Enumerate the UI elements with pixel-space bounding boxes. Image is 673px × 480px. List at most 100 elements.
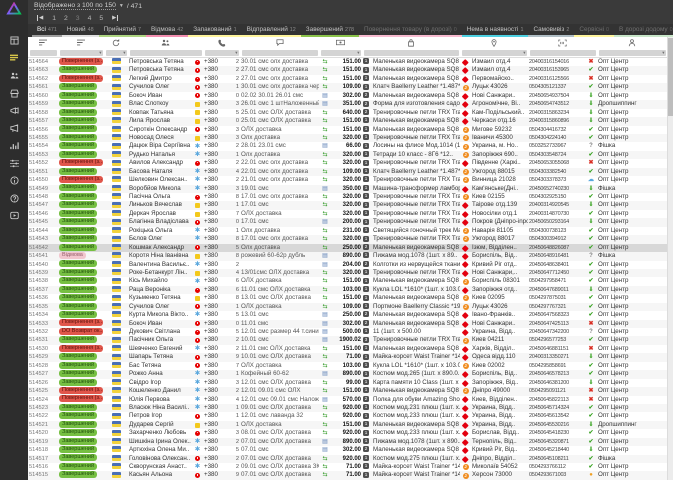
table-row[interactable]: 514555 Завершений Новосад Олеся +380 3 Олх до… <box>28 133 667 143</box>
table-row[interactable]: 514561 Завершений Сучилов Олег +380 1 30.01 с… <box>28 83 667 92</box>
salesdrive-logo-icon[interactable] <box>6 1 22 20</box>
page-button-3[interactable]: 3 <box>76 15 80 22</box>
table-row[interactable]: 514528 Завершений Бас Тетяна +380 7 ОЛХ доста… <box>28 361 667 370</box>
table-row[interactable]: 514530 Повернення (з.. Шевченко Евгений ✱ +3… <box>28 344 667 353</box>
table-row[interactable]: 514562 Повернення (з.. Легкий Дмитро +380 2 2… <box>28 74 667 83</box>
tab-відмова[interactable]: Відмова 42 <box>145 26 189 37</box>
page-button-4[interactable]: 4 <box>88 15 92 22</box>
tab-всі[interactable]: Всі 471 <box>32 26 62 37</box>
tab-повернення-товару-в-дорозі-[interactable]: Повернення товару (в дорозі) 0 <box>359 26 462 37</box>
table-row[interactable]: 514527 Завершений Рожко Анна ✱ +380 1 Кофейный… <box>28 370 667 379</box>
table-row[interactable]: 514541 Відмова Коротя Ніна Іванівна +380 8 ро… <box>28 251 667 261</box>
results-range-label[interactable]: Відображено з 100 по 150 <box>34 2 116 10</box>
table-row[interactable]: 514517 Завершений Головінова Олексан.. +380… <box>28 454 667 463</box>
promo-icon[interactable] <box>5 104 23 118</box>
dashboard-icon[interactable] <box>5 34 23 48</box>
stats-icon[interactable] <box>5 139 23 153</box>
table-row[interactable]: 514546 Завершений Деркач Ярослав +380 7 ОЛХ д… <box>28 209 667 218</box>
table-row[interactable]: 514539 Завершений Роке-Бетанкурт Лін.. +380… <box>28 268 667 278</box>
table-row[interactable]: 514548 Завершений Пасічна Ольга +380 8 17.01 … <box>28 192 667 201</box>
tab-новий[interactable]: Новий 48 <box>61 26 99 37</box>
table-row[interactable]: 514536 Завершений Кузьменко Тетяна +380 8 13.… <box>28 294 667 302</box>
chevron-down-icon[interactable]: ▾ <box>523 50 525 56</box>
table-row[interactable]: 514552 Повернення (з.. Авилов Александр +38… <box>28 159 667 167</box>
vertical-scrollbar[interactable] <box>667 37 673 480</box>
table-row[interactable]: 514564 Повернення (з.. Петровська Тетяна +3… <box>28 58 667 66</box>
refresh-source-icon[interactable] <box>104 38 128 47</box>
tab-самовивіз[interactable]: Самовивіз 2 <box>528 26 575 37</box>
filter-input-2[interactable]: ▾ <box>59 49 103 56</box>
chevron-down-icon[interactable]: ▾ <box>235 50 237 56</box>
tab-сервісні[interactable]: Сервісні 0 <box>574 26 615 37</box>
table-row[interactable]: 514547 Завершений Линьков Вячеслав +380 1 17.… <box>28 201 667 210</box>
tab-нема-в-наявності[interactable]: Нема в наявності 1 <box>461 26 529 37</box>
info-icon[interactable] <box>5 174 23 188</box>
bag-icon[interactable] <box>362 38 460 47</box>
filter-input-6[interactable] <box>241 49 318 56</box>
table-row[interactable]: 514545 Завершений Благінна Владіслава +380 0… <box>28 218 667 227</box>
table-row[interactable]: 514532 DO Возврат ок.. Дукович Світлана +38… <box>28 327 667 336</box>
table-row[interactable]: 514533 Повернення (з.. Бокоч Иван +380 0 11.0… <box>28 319 667 328</box>
scrollbar-thumb[interactable] <box>668 38 673 116</box>
table-row[interactable]: 514523 Завершений Власюк Ніна Василі.. ✱ +38… <box>28 403 667 413</box>
table-row[interactable]: 514553 Завершений Рудько Наталья ✱ +380 1 Олх … <box>28 150 667 160</box>
chevron-down-icon[interactable]: ▾ <box>662 50 664 56</box>
tab-запакований[interactable]: Запакований 1 <box>188 26 242 37</box>
filter-input-4[interactable] <box>129 49 202 56</box>
filter-input-8[interactable] <box>363 49 459 56</box>
table-row[interactable]: 514515 Завершений Касьян Альона +380 9 07.01 … <box>28 471 667 480</box>
filter-input-11[interactable]: ▾ <box>598 49 666 56</box>
table-row[interactable]: 514542 Завершений Кошмак Александр +380 5 Олх… <box>28 243 667 253</box>
table-row[interactable]: 514521 Завершений Дударев Сергій +380 1 ОЛХ д… <box>28 420 667 430</box>
last-page-button[interactable]: ▶ <box>112 15 119 21</box>
filter-input-3[interactable]: ▾ <box>105 49 127 56</box>
chevron-down-icon[interactable]: ▾ <box>357 50 359 56</box>
table-row[interactable]: 514563 Завершений Петровська Тетяна +380 2 27… <box>28 66 667 75</box>
status-filter-icon[interactable] <box>58 39 104 46</box>
table-row[interactable]: 514518 Завершений Артюхіна Олена Ми.. ✱ +380… <box>28 446 667 454</box>
table-row[interactable]: 514522 Завершений Петров Ігор +380 1 12.01 см… <box>28 412 667 420</box>
chat-bubble-icon[interactable] <box>240 39 319 46</box>
chevron-down-icon[interactable]: ▼ <box>119 3 124 9</box>
table-row[interactable]: 514535 Завершений Сучилов Олег +380 1 ОЛХ дос… <box>28 302 667 312</box>
location-pin-icon[interactable] <box>460 38 528 47</box>
table-row[interactable]: 514551 Завершений Басова Наталя ✱ +380 4 22.01… <box>28 167 667 177</box>
megaphone-icon[interactable] <box>5 121 23 135</box>
table-row[interactable]: 514550 Повернення (з.. Шелковин Олексан.. ✱… <box>28 176 667 184</box>
table-row[interactable]: 514524 Повернення (з.. Юлія Первова ✱ +380 4 1… <box>28 395 667 404</box>
table-row[interactable]: 514549 Завершений Воробйов Микола ✱ +380 3 19.… <box>28 184 667 193</box>
table-row[interactable]: 514538 Завершений Кісь Михайло ✱ +380 6 ОЛХ до… <box>28 277 667 285</box>
table-row[interactable]: 514520 Завершений Захарченко Любовь +380 3 08… <box>28 429 667 437</box>
tab-в-дорозі-додому[interactable]: В дорозі додому 0 <box>614 26 673 37</box>
table-row[interactable]: 514554 Завершений Дацюк Віра Сергіївна ✱ +38… <box>28 142 667 150</box>
tab-прийнятий[interactable]: Прийнятий 7 <box>98 26 146 37</box>
table-row[interactable]: 514556 Завершений Сироткін Олександр +380 3 О… <box>28 125 667 134</box>
filter-input-5[interactable]: ▾ <box>204 49 239 56</box>
filter-input-10[interactable] <box>529 49 596 56</box>
first-page-button[interactable]: ◀ <box>36 15 43 21</box>
help-icon[interactable] <box>5 191 23 205</box>
sort-lines-icon[interactable] <box>28 39 58 46</box>
table-row[interactable]: 514525 Повернення (з.. Кошеленко Данил ✱ +38… <box>28 386 667 396</box>
banknote-icon[interactable] <box>319 39 362 46</box>
table-row[interactable]: 514543 Завершений Бєлов Олег ✱ +380 8 17.01 см… <box>28 235 667 244</box>
table-row[interactable]: 514531 Завершений Пасічник Ольга +380 2 10.01… <box>28 336 667 345</box>
table-row[interactable]: 514558 Завершений Ковпак Татьяна +380 5 25.01… <box>28 108 667 117</box>
clients-icon[interactable] <box>128 39 203 46</box>
page-button-5[interactable]: 5 <box>99 15 103 22</box>
orders-icon[interactable] <box>5 51 23 65</box>
filter-input-7[interactable]: ▾ <box>320 49 361 56</box>
table-row[interactable]: 514540 Завершений Валентина Васильє.. ✱ +380… <box>28 260 667 269</box>
shop-icon[interactable] <box>5 86 23 100</box>
page-button-1[interactable]: 1 <box>52 15 56 22</box>
filter-input-9[interactable]: ▾ <box>461 49 527 56</box>
settings-sliders-icon[interactable] <box>5 156 23 170</box>
filter-input-1[interactable] <box>29 49 57 56</box>
page-button-2[interactable]: 2 <box>64 15 68 22</box>
chevron-down-icon[interactable]: ▾ <box>99 50 101 56</box>
tab-відправлений[interactable]: Відправлений 12 <box>241 26 301 37</box>
table-row[interactable]: 514537 Завершений Раца Вероніка +380 6 11.01 … <box>28 285 667 295</box>
table-row[interactable]: 514557 Завершений Лила Ярослав +380 0 25.01 с… <box>28 116 667 126</box>
chevron-down-icon[interactable]: ▾ <box>123 50 125 56</box>
table-row[interactable]: 514559 Завершений Влас Слоткоу +380 3 26.01 с… <box>28 100 667 109</box>
